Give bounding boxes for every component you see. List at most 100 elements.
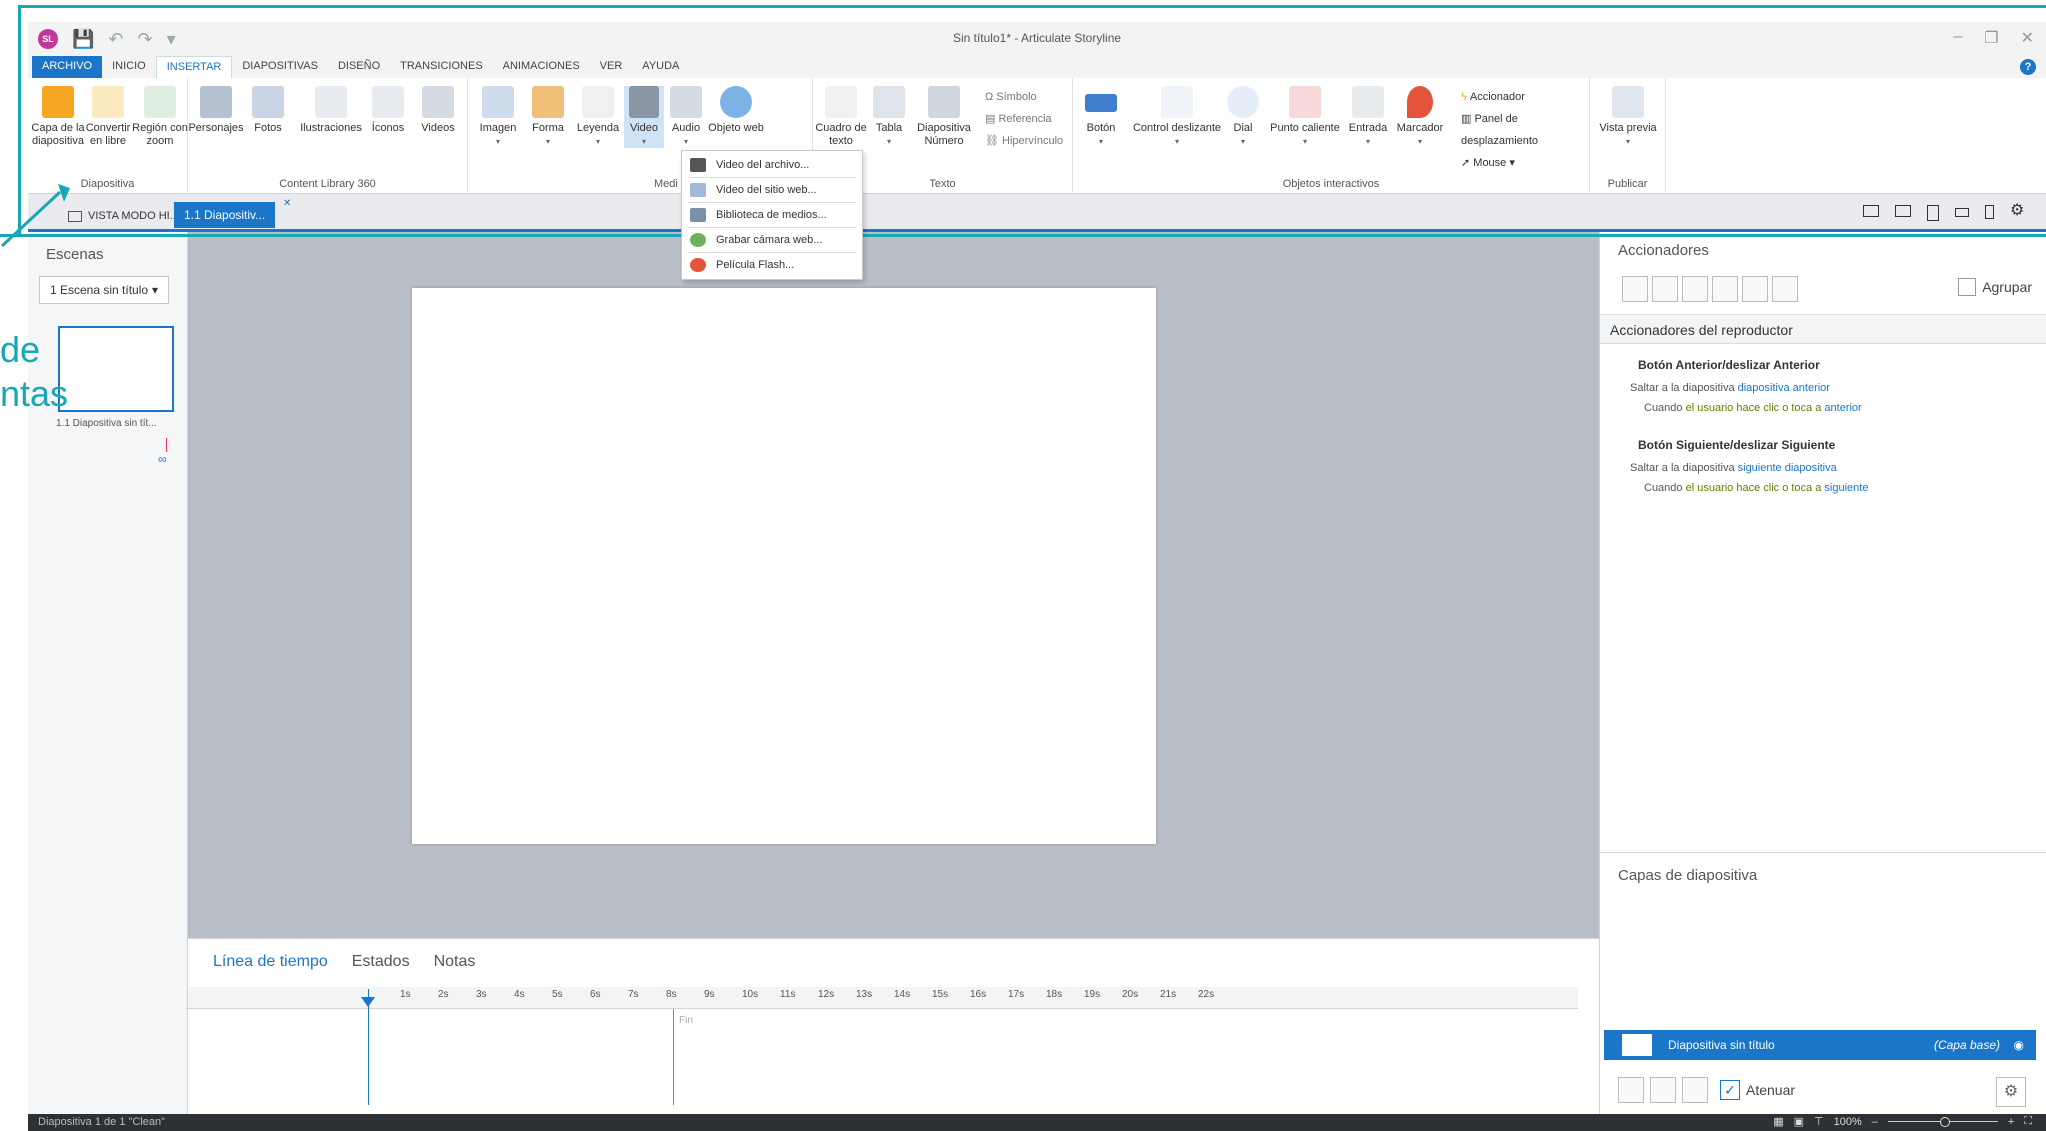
- slide-stage[interactable]: [412, 288, 1156, 844]
- panel-desplazamiento-item[interactable]: ▥ Panel de desplazamiento: [1461, 108, 1589, 152]
- tab-diapositivas[interactable]: DIAPOSITIVAS: [232, 56, 328, 78]
- zoom-slider[interactable]: [1887, 1117, 1998, 1127]
- leyenda-button[interactable]: Leyenda ▾: [570, 86, 626, 148]
- film-icon: [690, 158, 706, 172]
- zoom-in-icon[interactable]: +: [2008, 1116, 2014, 1128]
- move-trigger-icon[interactable]: [1772, 276, 1798, 302]
- agrupar-checkbox[interactable]: [1958, 278, 1977, 296]
- forma-button[interactable]: Forma ▾: [520, 86, 576, 148]
- help-icon[interactable]: ?: [2020, 59, 2036, 75]
- phone-portrait-icon[interactable]: [1985, 205, 1994, 219]
- player-triggers-header[interactable]: Accionadores del reproductor: [1600, 314, 2046, 344]
- trigger-next-action[interactable]: Saltar a la diapositiva siguiente diapos…: [1630, 462, 1837, 474]
- iconos-button[interactable]: Íconos: [360, 86, 416, 135]
- trigger-next-heading[interactable]: Botón Siguiente/deslizar Siguiente: [1638, 438, 1835, 452]
- convertir-libre-button[interactable]: Convertir en libre: [80, 86, 136, 148]
- tab-ver[interactable]: VER: [590, 56, 633, 78]
- edit-trigger-icon[interactable]: [1652, 276, 1678, 302]
- trigger-prev-heading[interactable]: Botón Anterior/deslizar Anterior: [1638, 358, 1820, 372]
- restore-icon[interactable]: ❐: [1984, 28, 1998, 48]
- marcador-button[interactable]: Marcador ▾: [1393, 86, 1447, 148]
- audio-button[interactable]: Audio ▾: [664, 86, 708, 148]
- phone-landscape-icon[interactable]: [1955, 208, 1969, 217]
- scene-dropdown[interactable]: 1 Escena sin título ▾: [39, 276, 169, 304]
- close-icon[interactable]: ✕: [2021, 28, 2034, 48]
- ilustraciones-button[interactable]: Ilustraciones: [298, 86, 364, 135]
- tab-transiciones[interactable]: TRANSICIONES: [390, 56, 493, 78]
- personajes-button[interactable]: Personajes: [188, 86, 244, 135]
- vista-previa-button[interactable]: Vista previa ▾: [1596, 86, 1660, 148]
- cuadro-texto-button[interactable]: Cuadro de texto: [813, 86, 869, 148]
- fit-window-icon[interactable]: ⛶: [2024, 1115, 2032, 1128]
- imagen-button[interactable]: Imagen ▾: [470, 86, 526, 148]
- punto-caliente-button[interactable]: Punto caliente ▾: [1263, 86, 1347, 148]
- video-button[interactable]: Video ▾: [624, 86, 664, 148]
- trigger-prev-condition[interactable]: Cuando el usuario hace clic o toca a ant…: [1644, 402, 1862, 414]
- entrada-button[interactable]: Entrada ▾: [1345, 86, 1391, 148]
- capa-diapositiva-button[interactable]: Capa de la diapositiva: [30, 86, 86, 148]
- marker-icon: [1407, 86, 1433, 118]
- accionador-item[interactable]: ϟ Accionador: [1461, 86, 1589, 108]
- tab-estados[interactable]: Estados: [352, 953, 410, 971]
- trigger-prev-action[interactable]: Saltar a la diapositiva diapositiva ante…: [1630, 382, 1830, 394]
- end-marker-line[interactable]: [673, 1009, 674, 1105]
- tab-slide[interactable]: 1.1 Diapositiv...: [174, 202, 276, 228]
- tab-ayuda[interactable]: AYUDA: [632, 56, 689, 78]
- triggers-toolbar: [1622, 276, 1798, 302]
- grabar-camara-item[interactable]: Grabar cámara web...: [682, 228, 862, 252]
- mouse-item[interactable]: ➚ Mouse ▾: [1461, 152, 1589, 174]
- paste-trigger-icon[interactable]: [1712, 276, 1738, 302]
- delete-layer-icon[interactable]: [1682, 1077, 1708, 1103]
- eye-icon[interactable]: ◉: [2014, 1038, 2024, 1052]
- tab-diseno[interactable]: DISEÑO: [328, 56, 390, 78]
- grid-view-icon[interactable]: ▦: [1773, 1115, 1783, 1128]
- region-zoom-button[interactable]: Región con zoom: [132, 86, 188, 148]
- slide-thumbnail[interactable]: [58, 326, 174, 412]
- fotos-button[interactable]: Fotos: [240, 86, 296, 135]
- timeline-ruler[interactable]: 1s 2s 3s 4s 5s 6s 7s 8s 9s 10s 11s 12s 13s 14s 15s 16s 1…: [188, 987, 1578, 1009]
- dial-button[interactable]: Dial ▾: [1223, 86, 1263, 148]
- desktop-view-icon[interactable]: [1895, 205, 1911, 217]
- dial-icon: [1227, 86, 1259, 118]
- agrupar-option[interactable]: Agrupar: [1958, 278, 2032, 296]
- tab-insertar[interactable]: INSERTAR: [155, 56, 233, 78]
- zoom-out-icon[interactable]: –: [1872, 1116, 1878, 1128]
- hipervinculo-item[interactable]: ⛓ Hipervínculo: [985, 130, 1063, 152]
- referencia-item[interactable]: ▤ Referencia: [985, 108, 1063, 130]
- objeto-web-button[interactable]: Objeto web: [708, 86, 764, 135]
- laptop-view-icon[interactable]: [1863, 205, 1879, 217]
- fit-icon[interactable]: ⊤: [1814, 1115, 1824, 1128]
- tab-animaciones[interactable]: ANIMACIONES: [493, 56, 590, 78]
- video-sitio-web-item[interactable]: Video del sitio web...: [682, 178, 862, 202]
- new-layer-icon[interactable]: [1618, 1077, 1644, 1103]
- pelicula-flash-item[interactable]: Película Flash...: [682, 253, 862, 277]
- simbolo-item[interactable]: Ω Símbolo: [985, 86, 1063, 108]
- tab-inicio[interactable]: INICIO: [102, 56, 156, 78]
- timeline-tick: 1s: [400, 989, 411, 1000]
- settings-gear-icon[interactable]: ⚙: [2010, 203, 2026, 219]
- copy-trigger-icon[interactable]: [1682, 276, 1708, 302]
- video-archivo-item[interactable]: Video del archivo...: [682, 153, 862, 177]
- layer-settings-gear-icon[interactable]: ⚙: [1996, 1077, 2026, 1107]
- link-connector: [166, 438, 167, 452]
- tab-archivo[interactable]: ARCHIVO: [32, 56, 103, 78]
- biblioteca-medios-item[interactable]: Biblioteca de medios...: [682, 203, 862, 227]
- videos-button[interactable]: Videos: [410, 86, 466, 135]
- tabla-button[interactable]: Tabla ▾: [867, 86, 911, 148]
- tab-linea-tiempo[interactable]: Línea de tiempo: [213, 953, 328, 971]
- duplicate-layer-icon[interactable]: [1650, 1077, 1676, 1103]
- control-deslizante-button[interactable]: Control deslizante ▾: [1125, 86, 1229, 148]
- normal-view-icon[interactable]: ▣: [1794, 1115, 1804, 1128]
- base-layer-row[interactable]: Diapositiva sin título (Capa base) ◉: [1604, 1030, 2036, 1060]
- diapositiva-numero-button[interactable]: Diapositiva Número: [913, 86, 975, 148]
- trigger-next-condition[interactable]: Cuando el usuario hace clic o toca a sig…: [1644, 482, 1868, 494]
- annotation-line: [0, 234, 2046, 237]
- close-tab-icon[interactable]: ✕: [283, 198, 291, 209]
- new-trigger-icon[interactable]: [1622, 276, 1648, 302]
- minimize-icon[interactable]: –: [1953, 28, 1962, 48]
- delete-trigger-icon[interactable]: [1742, 276, 1768, 302]
- tab-notas[interactable]: Notas: [434, 953, 476, 971]
- tablet-view-icon[interactable]: [1927, 205, 1939, 221]
- boton-button[interactable]: Botón ▾: [1073, 86, 1129, 148]
- atenuar-checkbox[interactable]: ✓: [1720, 1080, 1740, 1100]
